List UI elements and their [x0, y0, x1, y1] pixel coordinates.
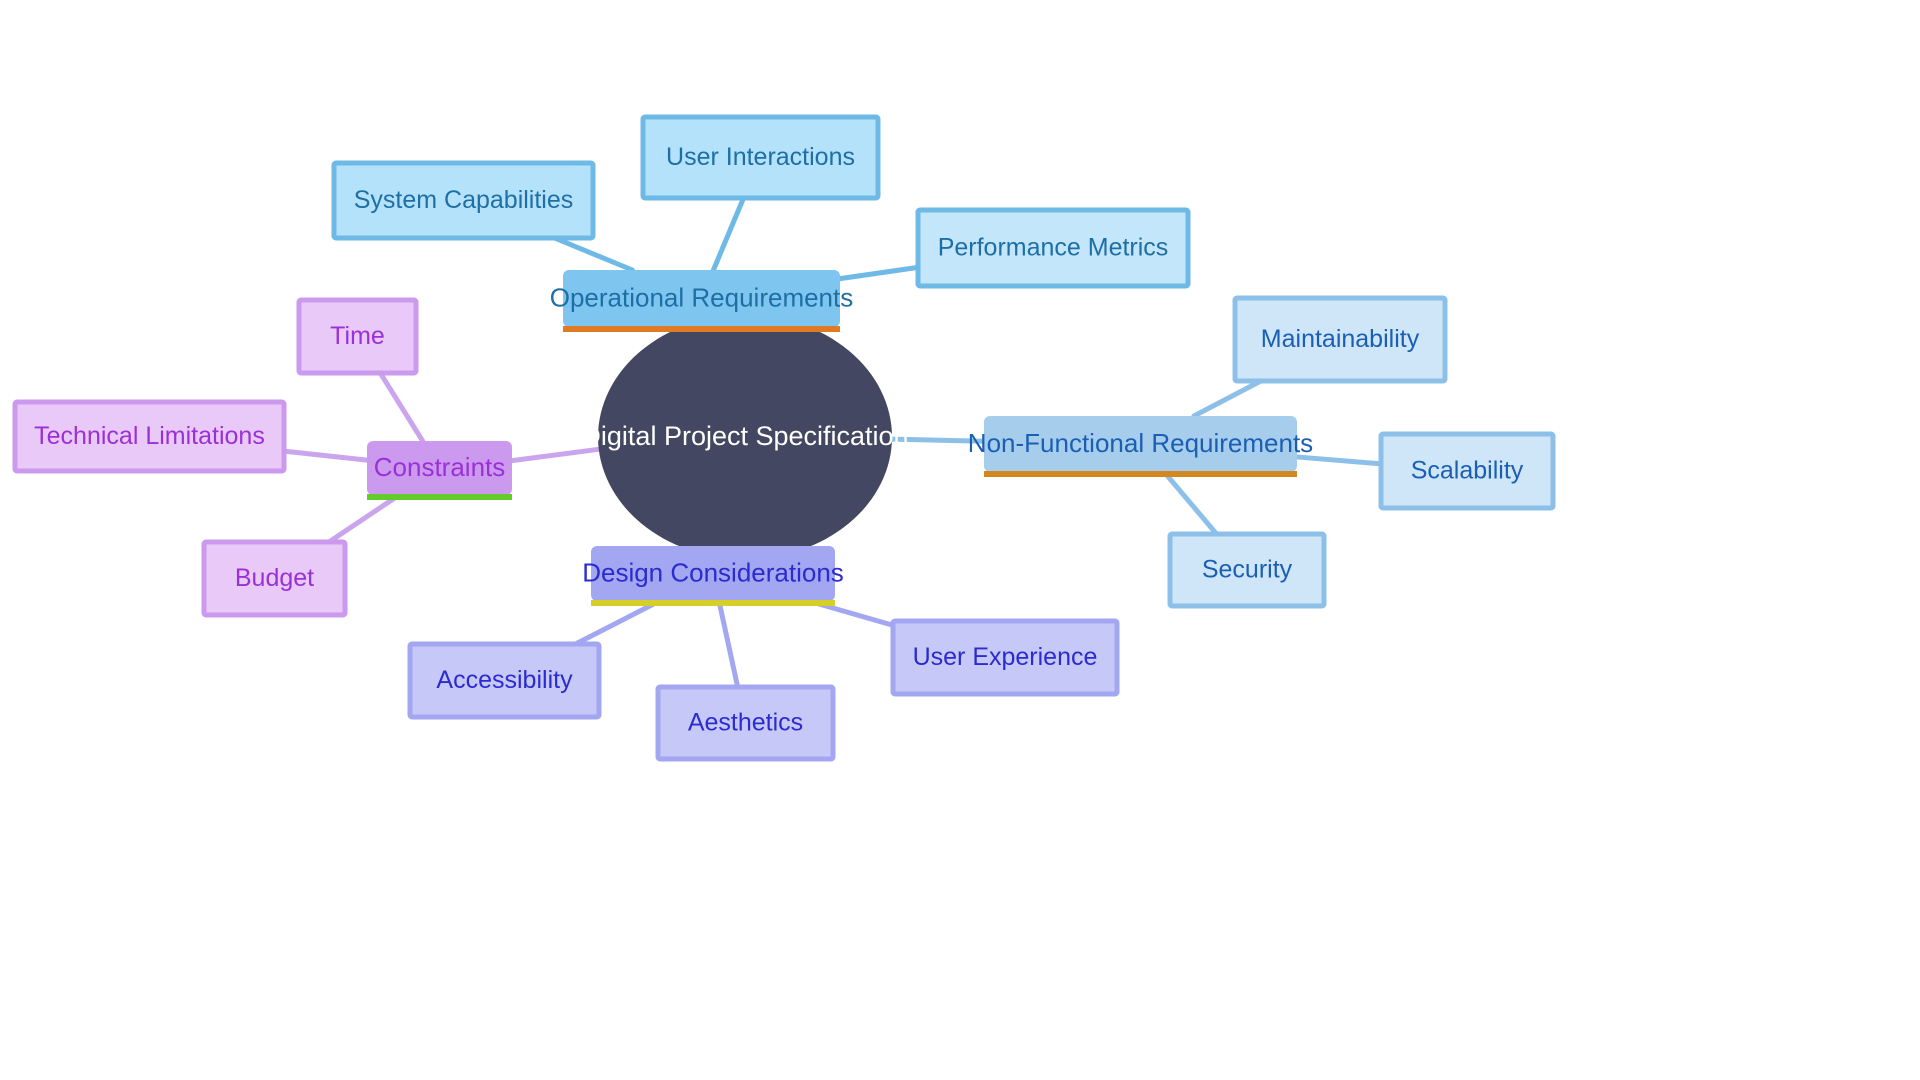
leaf-node-technical-limitations[interactable]: Technical Limitations — [12, 399, 287, 474]
leaf-node-accessibility[interactable]: Accessibility — [407, 641, 602, 720]
leaf-node-label-maintainability: Maintainability — [1261, 325, 1420, 353]
leaf-node-label-budget: Budget — [235, 564, 314, 592]
leaf-node-label-aesthetics: Aesthetics — [688, 709, 803, 737]
leaf-node-label-system-capabilities: System Capabilities — [354, 186, 574, 214]
branch-node-non-functional[interactable]: Non-Functional Requirements — [968, 416, 1313, 477]
leaf-node-user-interactions[interactable]: User Interactions — [640, 114, 881, 201]
leaf-node-aesthetics[interactable]: Aesthetics — [655, 684, 836, 762]
leaf-node-maintainability[interactable]: Maintainability — [1232, 295, 1448, 384]
node-accent-underline — [591, 600, 835, 606]
edge-constraints-technical-limitations — [281, 448, 370, 463]
leaf-node-scalability[interactable]: Scalability — [1378, 431, 1556, 511]
node-accent-underline — [984, 471, 1297, 477]
node-accent-underline — [563, 326, 840, 332]
leaf-node-label-user-interactions: User Interactions — [666, 143, 855, 171]
edge-operational-user-interactions — [710, 195, 747, 273]
leaf-node-label-accessibility: Accessibility — [436, 666, 573, 694]
leaf-node-label-scalability: Scalability — [1411, 457, 1524, 485]
leaf-node-label-performance-metrics: Performance Metrics — [938, 234, 1169, 262]
branch-node-label-constraints: Constraints — [374, 452, 506, 482]
edge-design-considerations-aesthetics — [716, 598, 741, 690]
leaf-node-label-technical-limitations: Technical Limitations — [34, 422, 265, 450]
leaf-node-label-time: Time — [330, 322, 385, 350]
edge-constraints-budget — [326, 492, 402, 545]
branch-node-constraints[interactable]: Constraints — [367, 441, 512, 500]
edge-design-considerations-accessibility — [573, 598, 662, 647]
edge-operational-performance-metrics — [837, 264, 921, 282]
branch-node-design-considerations[interactable]: Design Considerations — [582, 546, 844, 606]
branch-node-label-non-functional: Non-Functional Requirements — [968, 428, 1313, 458]
leaf-node-system-capabilities[interactable]: System Capabilities — [331, 160, 596, 241]
edge-non-functional-security — [1161, 469, 1220, 537]
leaf-node-label-user-experience: User Experience — [913, 643, 1098, 671]
root-node-digital-project-specification[interactable]: Digital Project Specification — [581, 315, 909, 559]
edge-non-functional-scalability — [1294, 454, 1384, 467]
leaf-node-label-security: Security — [1202, 556, 1293, 584]
leaf-node-time[interactable]: Time — [296, 297, 419, 376]
leaf-node-performance-metrics[interactable]: Performance Metrics — [915, 207, 1191, 289]
branch-node-operational[interactable]: Operational Requirements — [550, 270, 854, 332]
edge-non-functional-maintainability — [1191, 378, 1264, 419]
leaf-node-security[interactable]: Security — [1167, 531, 1327, 609]
node-accent-underline — [367, 494, 512, 500]
node-layer: Digital Project Specification Operational… — [12, 114, 1556, 762]
edge-constraints-time — [377, 370, 426, 444]
branch-node-label-design-considerations: Design Considerations — [582, 557, 844, 587]
root-node-label: Digital Project Specification — [581, 421, 908, 451]
leaf-node-budget[interactable]: Budget — [201, 539, 348, 618]
mind-map-canvas: Digital Project Specification Operational… — [0, 0, 1920, 1080]
branch-node-label-operational: Operational Requirements — [550, 282, 854, 312]
leaf-node-user-experience[interactable]: User Experience — [890, 618, 1120, 697]
edge-operational-system-capabilities — [552, 235, 635, 273]
